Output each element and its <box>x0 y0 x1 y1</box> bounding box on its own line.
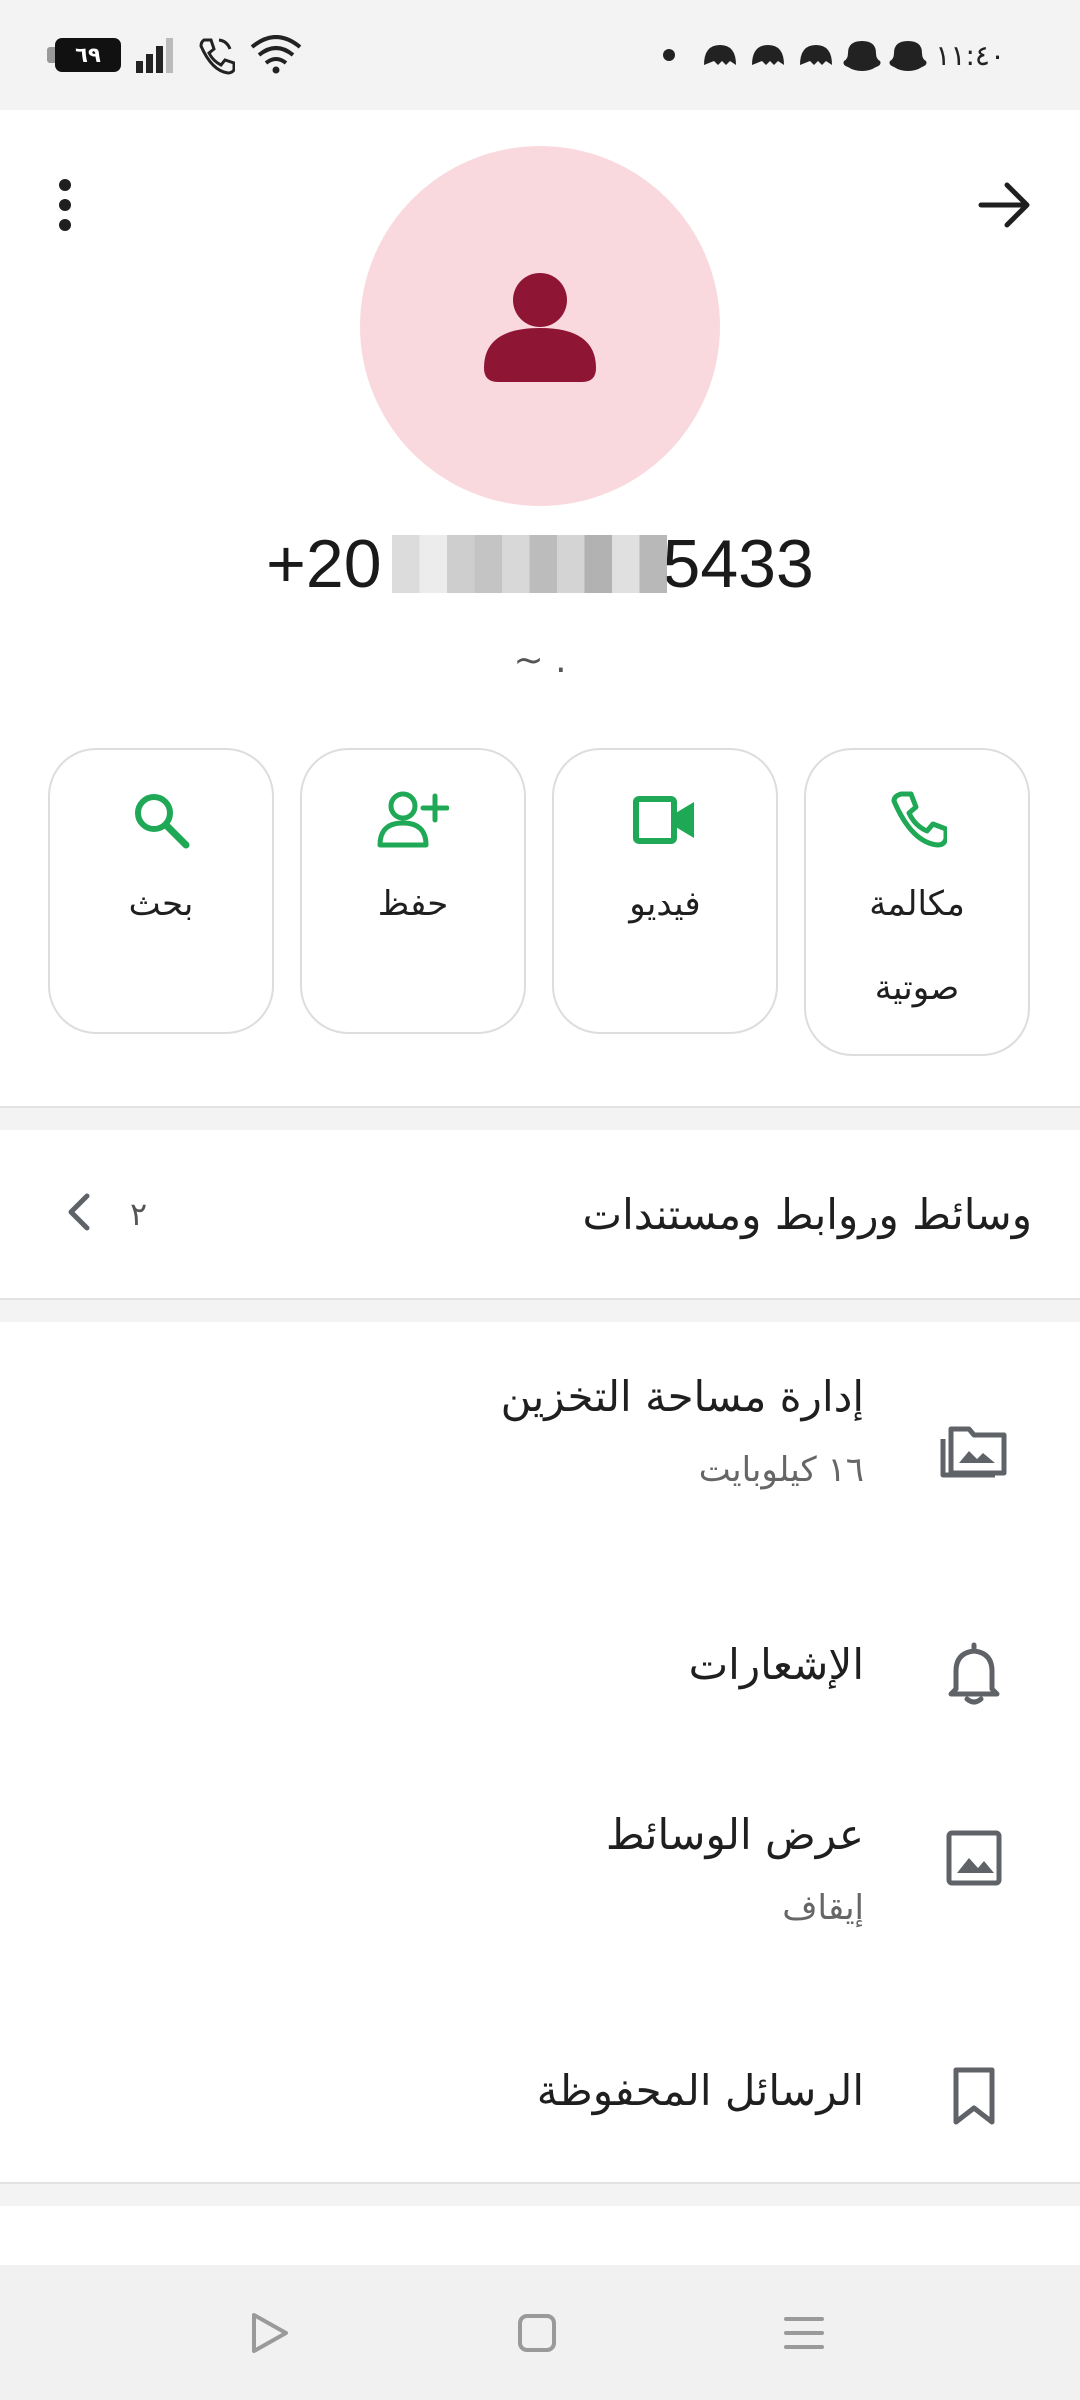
manage-storage-row[interactable]: إدارة مساحة التخزين ١٦ كيلوبايت <box>0 1372 1080 1572</box>
video-action-label: فيديو <box>629 884 701 924</box>
wifi-icon <box>250 0 302 110</box>
save-contact-button[interactable]: حفظ <box>300 748 526 1034</box>
status-bar: ٦٩ ١١:٤٠ <box>0 0 1080 110</box>
manage-storage-title: إدارة مساحة التخزين <box>500 1372 864 1421</box>
search-icon <box>135 794 190 849</box>
contact-avatar[interactable] <box>360 146 720 506</box>
section-divider <box>0 1298 1080 1322</box>
triangle-back-icon <box>252 2312 288 2353</box>
more-vert-icon <box>59 179 71 231</box>
media-count: ٢ <box>130 1195 148 1233</box>
search-action-label: بحث <box>128 884 194 924</box>
voice-call-label-line2: صوتية <box>874 968 960 1008</box>
saved-messages-row[interactable]: الرسائل المحفوظة <box>0 2066 1080 2146</box>
media-links-docs-title: وسائط وروابط ومستندات <box>582 1189 1032 1239</box>
media-visibility-status: إيقاف <box>782 1888 864 1928</box>
section-divider <box>0 2182 1080 2206</box>
contact-name-hint: ~ . <box>513 640 567 681</box>
nav-home-button[interactable] <box>477 2265 597 2400</box>
back-button[interactable] <box>970 165 1040 245</box>
phone-suffix: 5433 <box>662 526 814 602</box>
media-links-docs-row[interactable]: ٢ وسائط وروابط ومستندات <box>0 1130 1080 1298</box>
media-visibility-row[interactable]: عرض الوسائط إيقاف <box>0 1810 1080 1960</box>
section-divider <box>0 1106 1080 1130</box>
contact-info-screen: +20 5433 ~ . بحث حفظ فيديو مكالمة صوتية … <box>0 110 1080 2265</box>
save-action-label: حفظ <box>377 884 449 924</box>
contact-phone-number: +20 5433 <box>0 525 1080 603</box>
notification-icons <box>702 0 952 110</box>
video-icon <box>633 796 694 844</box>
video-call-button[interactable]: فيديو <box>552 748 778 1034</box>
saved-messages-title: الرسائل المحفوظة <box>536 2066 864 2115</box>
nav-back-button[interactable] <box>210 2265 330 2400</box>
voice-call-button[interactable]: مكالمة صوتية <box>804 748 1030 1056</box>
status-time: ١١:٤٠ <box>935 38 1005 72</box>
phone-prefix: +20 <box>266 526 382 602</box>
signal-icon <box>136 0 176 110</box>
voice-call-action-label: مكالمة صوتية <box>806 862 1028 1030</box>
battery-level: ٦٩ <box>47 38 121 72</box>
person-icon <box>484 273 596 382</box>
menu-lines-icon <box>784 2316 824 2349</box>
notifications-title: الإشعارات <box>688 1640 864 1689</box>
storage-folder-icon <box>938 1412 1010 1484</box>
bookmark-icon <box>938 2060 1010 2132</box>
image-icon <box>938 1822 1010 1894</box>
notification-dot-icon <box>662 0 676 110</box>
overflow-menu-button[interactable] <box>40 160 90 250</box>
square-home-icon <box>518 2313 556 2352</box>
voice-call-label-line1: مكالمة <box>869 884 965 924</box>
arrow-back-icon <box>978 182 1030 228</box>
add-person-icon <box>377 791 449 848</box>
phone-redacted-blur <box>391 535 667 593</box>
nav-recents-button[interactable] <box>744 2265 864 2400</box>
media-visibility-title: عرض الوسائط <box>605 1810 864 1859</box>
notifications-row[interactable]: الإشعارات <box>0 1640 1080 1740</box>
wifi-calling-icon <box>195 0 235 110</box>
chevron-left-icon <box>65 1190 93 1238</box>
manage-storage-size: ١٦ كيلوبايت <box>698 1450 864 1490</box>
system-navigation-bar <box>0 2265 1080 2400</box>
phone-icon <box>891 791 947 848</box>
search-action-button[interactable]: بحث <box>48 748 274 1034</box>
bell-icon <box>938 1636 1010 1708</box>
battery-indicator: ٦٩ <box>47 0 121 110</box>
